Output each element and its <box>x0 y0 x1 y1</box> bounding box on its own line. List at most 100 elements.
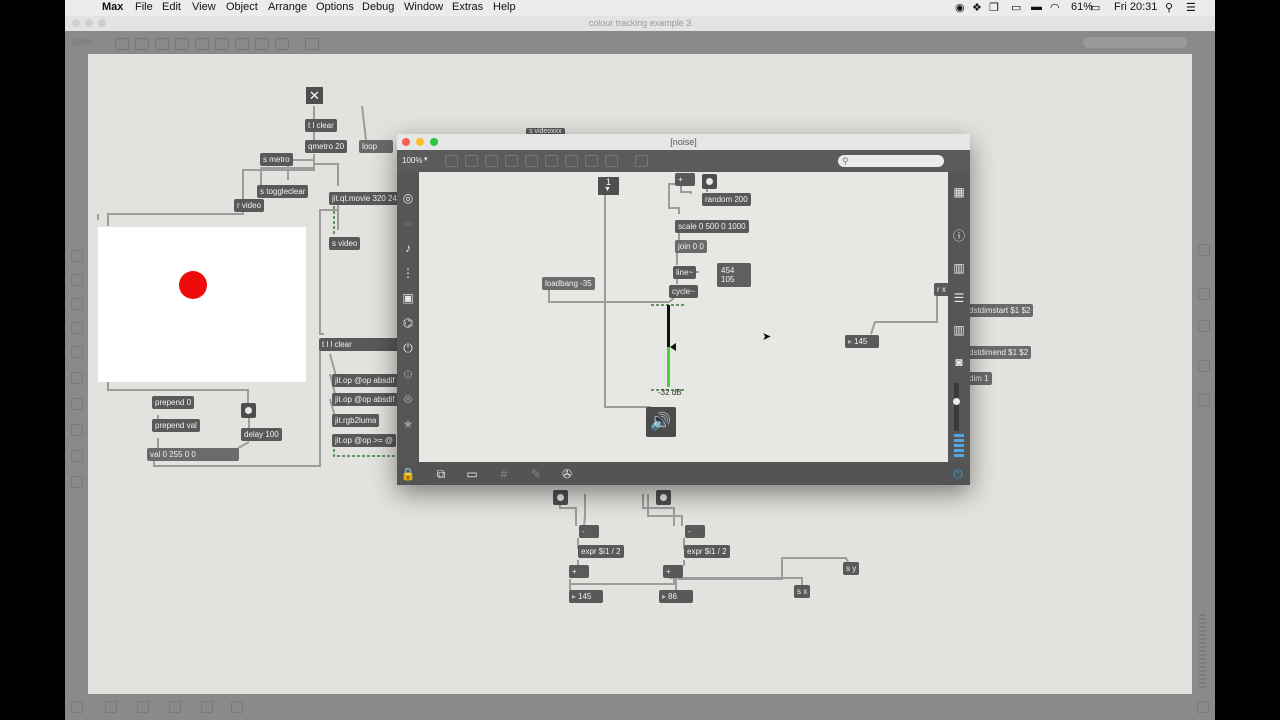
message-val[interactable]: val 0 255 0 0 <box>147 448 239 461</box>
sidebar-ghost-icon[interactable] <box>71 346 83 358</box>
menu-extras[interactable]: Extras <box>452 1 483 13</box>
list-icon[interactable]: ☰ <box>951 292 967 304</box>
documentation-icon[interactable]: ▥ <box>951 324 967 336</box>
object-plus-2[interactable]: + <box>663 565 683 578</box>
noise-zoom-level[interactable]: 100% <box>402 156 422 165</box>
windows-icon[interactable]: ⧉ <box>433 468 449 480</box>
message-loop[interactable]: loop <box>359 140 393 153</box>
battery-icon[interactable]: ▭ <box>1090 1 1100 14</box>
screens-icon[interactable]: ❐ <box>989 1 999 14</box>
reference-book-icon[interactable]: ▥ <box>951 262 967 274</box>
object-s-x[interactable]: s x <box>794 585 811 598</box>
close-button[interactable]: ✕ <box>306 87 323 104</box>
clock[interactable]: Fri 20:31 <box>1114 1 1157 13</box>
bang-button[interactable] <box>241 403 256 418</box>
number-145[interactable]: 145 <box>845 335 879 348</box>
window-minimize-button[interactable] <box>85 19 93 27</box>
object-plus-1[interactable]: + <box>569 565 589 578</box>
presentation-icon[interactable]: ▭ <box>464 468 480 480</box>
sidebar-ghost-icon[interactable] <box>71 298 83 310</box>
spotlight-icon[interactable]: ⚲ <box>1165 1 1173 14</box>
toolbar-ghost-icon[interactable] <box>231 701 243 713</box>
toolbar-ghost-icon[interactable] <box>605 155 618 167</box>
gain-slider-level[interactable] <box>667 347 670 387</box>
gain-slider-track[interactable] <box>667 305 670 347</box>
sidebar-ghost-icon[interactable] <box>71 322 83 334</box>
image-icon[interactable]: ▣ <box>400 292 416 304</box>
lock-icon[interactable] <box>71 701 83 713</box>
menu-window[interactable]: Window <box>404 1 443 13</box>
toolbar-ghost-icon[interactable] <box>215 38 229 50</box>
sidebar-ghost-icon[interactable] <box>71 274 83 286</box>
sidebar-ghost-icon[interactable] <box>71 250 83 262</box>
menu-arrange[interactable]: Arrange <box>268 1 307 13</box>
grid-icon[interactable]: # <box>496 468 512 480</box>
object-browser-icon[interactable]: ◎ <box>400 192 416 204</box>
toolbar-ghost-icon[interactable] <box>135 38 149 50</box>
object-jit-rgb2luma[interactable]: jit.rgb2luma <box>332 414 380 427</box>
object-prepend-val[interactable]: prepend val <box>152 419 200 432</box>
status-record-icon[interactable]: ◉ <box>955 1 965 14</box>
toolbar-ghost-icon[interactable] <box>585 155 598 167</box>
toolbar-ghost-icon[interactable] <box>115 38 129 50</box>
object-s-toggleclear[interactable]: s toggleclear <box>257 185 309 198</box>
info-icon[interactable]: ⓘ <box>951 230 967 242</box>
toolbar-ghost-icon[interactable] <box>305 38 319 50</box>
object-jit-op-absdif-2[interactable]: jit.op @op absdif <box>332 393 398 406</box>
camera-icon[interactable]: ◙ <box>951 356 967 368</box>
toolbar-ghost-icon[interactable] <box>105 701 117 713</box>
noise-minimize-button[interactable] <box>416 138 424 146</box>
zoom-level[interactable]: 100% <box>71 38 91 47</box>
gain-slider-handle[interactable] <box>670 343 676 351</box>
toolbar-ghost-icon[interactable] <box>565 155 578 167</box>
noise-subpatcher-window[interactable]: [noise] 100% ▾ ⚲ ◎ ▭ ♪ ⋮ ▣ ⌬ ⏻ ⊙ ⊛ ★ ▦ ⓘ… <box>397 134 970 485</box>
toolbar-ghost-icon[interactable] <box>465 155 478 167</box>
toolbar-ghost-icon[interactable] <box>201 701 213 713</box>
sidebar-ghost-icon[interactable] <box>71 476 83 488</box>
toolbar-ghost-icon[interactable] <box>235 38 249 50</box>
object-jit-qt-movie[interactable]: jit.qt.movie 320 24 <box>329 192 400 205</box>
object-scale[interactable]: scale 0 500 0 1000 <box>675 220 749 233</box>
object-s-y[interactable]: s y <box>843 562 860 575</box>
toolbar-ghost-icon[interactable] <box>169 701 181 713</box>
bang-button[interactable] <box>553 490 568 505</box>
number-y[interactable]: 86 <box>659 590 693 603</box>
object-s-metro[interactable]: s metro <box>260 153 293 166</box>
debug-icon[interactable]: ✎ <box>528 468 544 480</box>
star-icon[interactable]: ★ <box>400 418 416 430</box>
notification-center-icon[interactable]: ☰ <box>1186 1 1196 14</box>
sidebar-ghost-icon[interactable] <box>71 398 83 410</box>
wifi-icon[interactable]: ◠ <box>1050 1 1060 14</box>
menu-help[interactable]: Help <box>493 1 516 13</box>
object-loadbang[interactable]: loadbang -35 <box>542 277 595 290</box>
toolbar-ghost-icon[interactable] <box>505 155 518 167</box>
chevron-down-icon[interactable]: ▾ <box>424 155 428 163</box>
object-cycle[interactable]: cycle~ <box>669 285 698 298</box>
menu-edit[interactable]: Edit <box>162 1 181 13</box>
message-dstdimend[interactable]: dstdimend $1 $2 <box>966 346 1032 359</box>
toolbar-ghost-icon[interactable] <box>195 38 209 50</box>
object-r-x[interactable]: r x <box>934 283 948 296</box>
message-coordinates[interactable]: 454 105 <box>717 263 751 287</box>
toolbar-ghost-icon[interactable]: ▭ <box>400 217 416 229</box>
object-r-video[interactable]: r video <box>234 199 265 212</box>
package-icon[interactable]: ⊙ <box>400 368 416 380</box>
toolbar-ghost-icon[interactable] <box>155 38 169 50</box>
sidebar-ghost-icon[interactable] <box>1198 394 1210 406</box>
sequencer-icon[interactable]: ⋮ <box>400 267 416 279</box>
bang-button[interactable] <box>656 490 671 505</box>
noise-zoom-button[interactable] <box>430 138 438 146</box>
sidebar-ghost-icon[interactable] <box>71 372 83 384</box>
object-t-l-clear[interactable]: t l clear <box>305 119 337 132</box>
sidebar-ghost-icon[interactable] <box>1198 360 1210 372</box>
toolbar-ghost-icon[interactable] <box>137 701 149 713</box>
snippet-icon[interactable]: ⊛ <box>400 393 416 405</box>
object-line[interactable]: line~ <box>673 266 697 279</box>
bang-button[interactable] <box>702 174 717 189</box>
object-expr-1[interactable]: expr $i1 / 2 <box>578 545 624 558</box>
object-minus-1[interactable]: - <box>579 525 599 538</box>
toolbar-ghost-icon[interactable] <box>485 155 498 167</box>
toolbar-ghost-icon[interactable] <box>175 38 189 50</box>
lock-icon[interactable]: 🔒 <box>400 468 416 480</box>
speaker-ezdac-button[interactable]: 🔊 <box>646 407 676 437</box>
